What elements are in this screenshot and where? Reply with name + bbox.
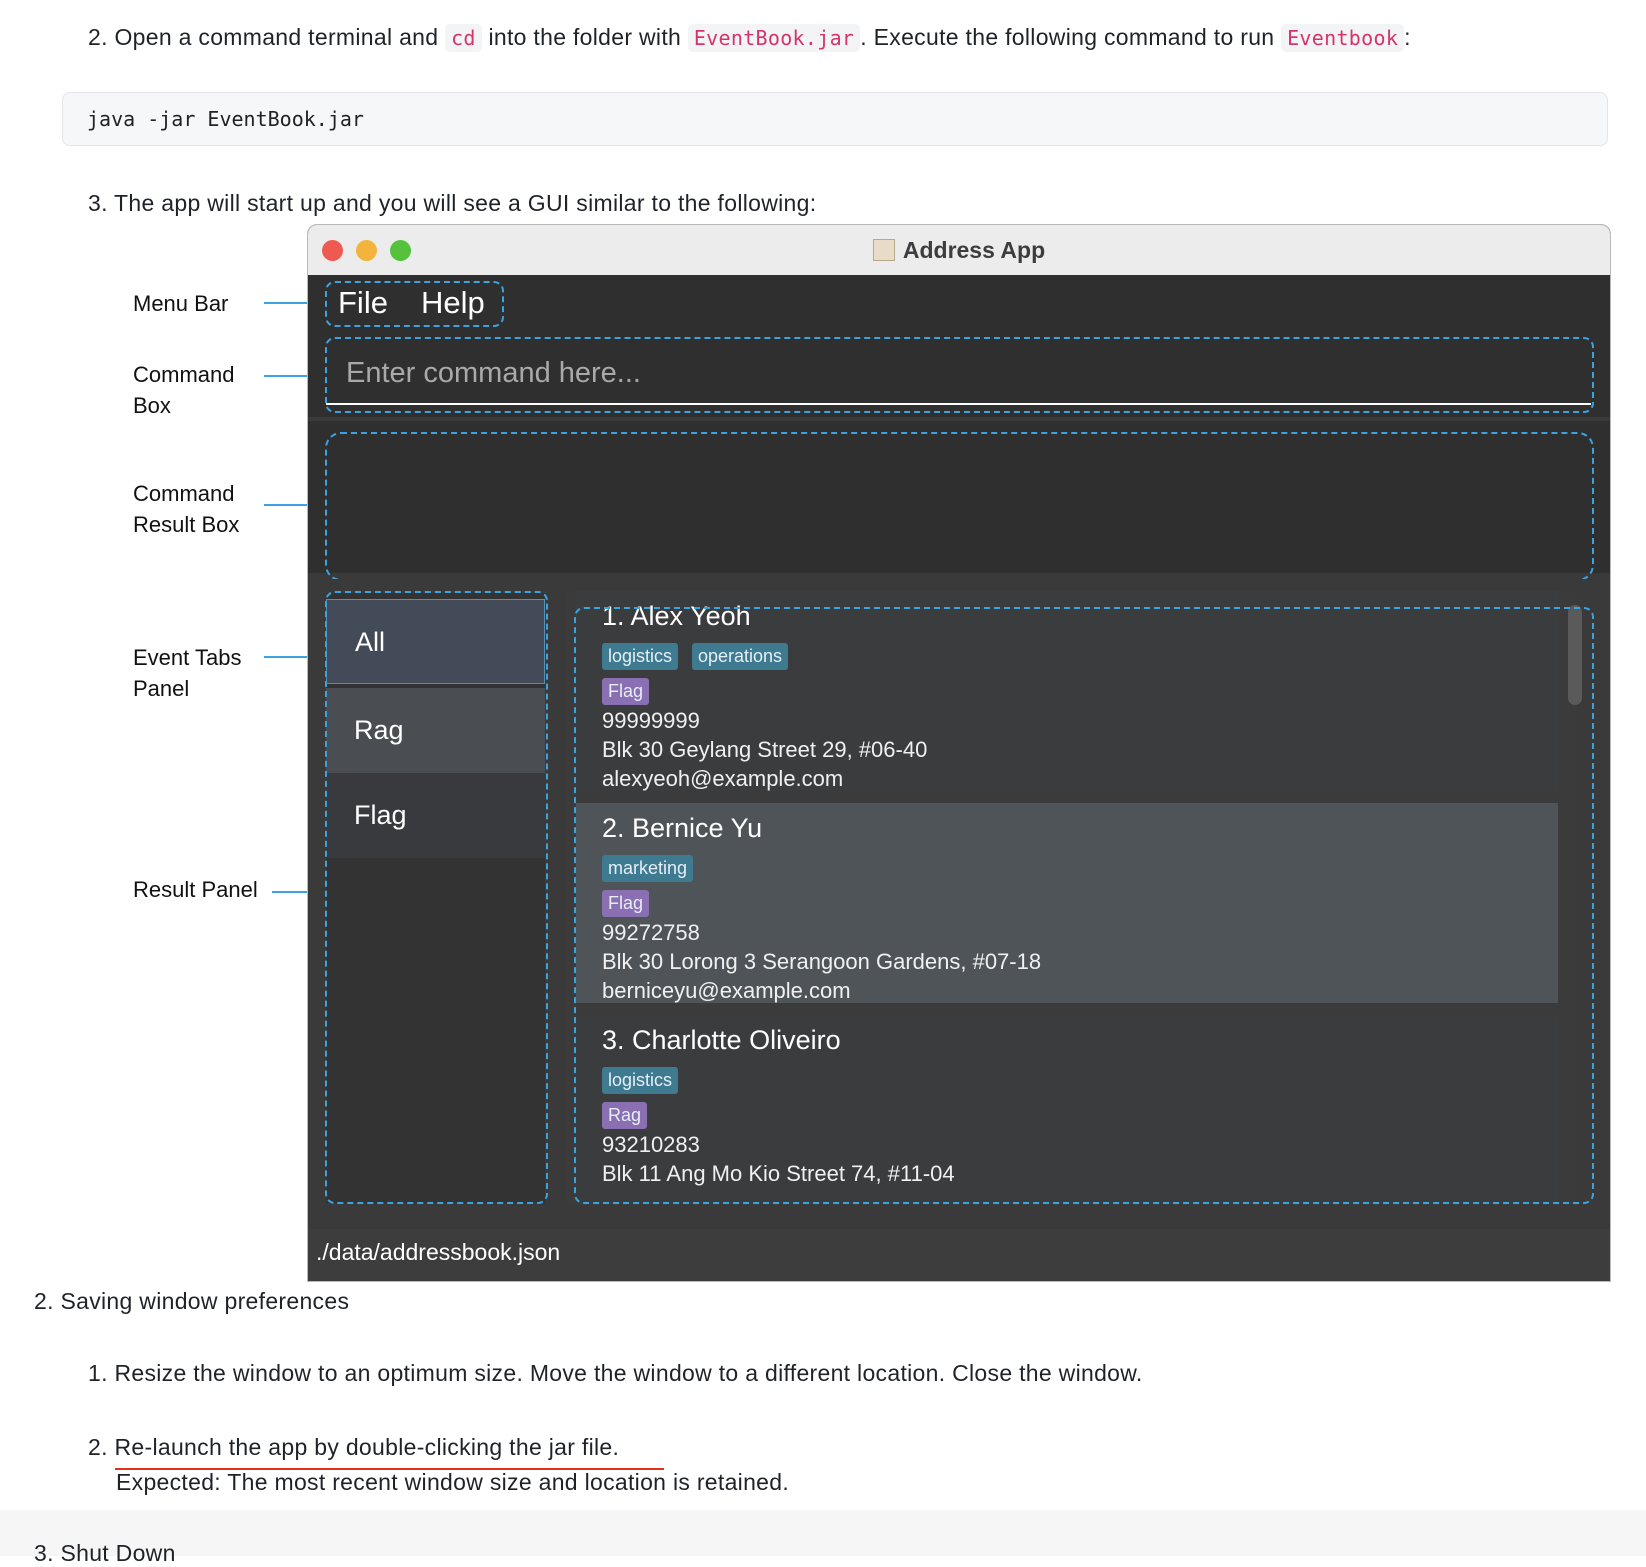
menu-help[interactable]: Help — [421, 285, 485, 321]
label-result-panel: Result Panel — [133, 877, 258, 902]
code-eventbook-jar: EventBook.jar — [687, 24, 861, 52]
label-event-tabs-line2: Panel — [133, 676, 190, 701]
label-result-box-line1: Command — [133, 481, 235, 506]
step-2-paragraph: 2. Open a command terminal and cd into t… — [88, 24, 1411, 52]
label-event-tabs-line1: Event Tabs — [133, 645, 242, 670]
address-book-icon — [872, 239, 895, 261]
label-result-box-line2: Result Box — [133, 512, 240, 537]
item-2-relaunch-label: Re-launch the app by double-clicking the… — [114, 1434, 620, 1460]
label-command-box: Command Box — [133, 359, 234, 421]
section-2-item-2: 2. Re-launch the app by double-clicking … — [88, 1434, 665, 1470]
code-block-text: java -jar EventBook.jar — [87, 107, 364, 131]
step-2-end: : — [1404, 24, 1411, 50]
step-3-paragraph: 3. The app will start up and you will se… — [88, 190, 817, 216]
section-3-heading: 3. Shut Down — [34, 1540, 176, 1566]
step-2-prefix: 2. Open a command terminal and — [88, 24, 439, 50]
window-title: Address App — [308, 237, 1610, 264]
section-2-item-1: 1. Resize the window to an optimum size.… — [88, 1360, 1143, 1386]
label-command-result-box: Command Result Box — [133, 478, 239, 540]
title-bar: Address App — [308, 225, 1610, 276]
event-tabs-highlight — [325, 591, 548, 1204]
label-command-box-line2: Box — [133, 393, 171, 418]
status-file-path: ./data/addressbook.json — [316, 1239, 561, 1265]
step-2-middle: into the folder with — [488, 24, 682, 50]
section-2-expected: Expected: The most recent window size an… — [116, 1469, 790, 1495]
menu-file[interactable]: File — [338, 285, 388, 321]
section-2-heading: 2. Saving window preferences — [34, 1288, 350, 1314]
label-event-tabs-panel: Event Tabs Panel — [133, 642, 241, 704]
label-command-box-line1: Command — [133, 362, 235, 387]
code-cd: cd — [445, 24, 482, 52]
item-2-number: 2. — [88, 1434, 108, 1460]
bottom-area — [0, 1510, 1646, 1556]
code-block[interactable]: java -jar EventBook.jar — [62, 92, 1608, 146]
result-panel-highlight — [574, 607, 1594, 1204]
window-title-text: Address App — [902, 237, 1046, 263]
app-window: Address App File Help All Rag Flag 1. Al… — [307, 224, 1611, 1282]
result-box-highlight — [325, 432, 1594, 581]
item-2-relaunch-text: Re-launch the app by double-clicking the… — [114, 1434, 665, 1470]
step-2-suffix: . Execute the following command to run — [860, 24, 1275, 50]
code-eventbook: Eventbook — [1281, 24, 1405, 52]
label-menu-bar: Menu Bar — [133, 291, 229, 316]
command-box-highlight — [325, 337, 1594, 413]
